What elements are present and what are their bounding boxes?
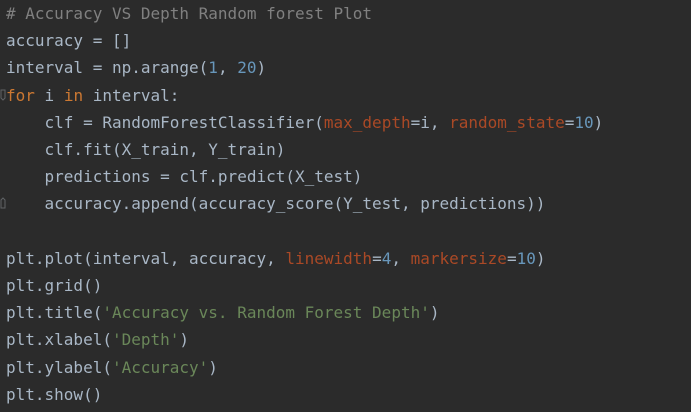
code-token-num: 10: [516, 248, 536, 268]
code-line[interactable]: plt.xlabel('Depth'): [6, 326, 189, 353]
code-token-num: 4: [381, 248, 392, 268]
code-token-plain: clf.fit(X_train, Y_train): [6, 140, 286, 159]
code-line[interactable]: plt.title('Accuracy vs. Random Forest De…: [6, 299, 439, 326]
code-line[interactable]: predictions = clf.predict(X_test): [6, 163, 363, 190]
code-token-param: markersize: [410, 248, 507, 268]
code-token-param: linewidth: [285, 248, 373, 268]
code-token-plain: plt.show(): [6, 384, 103, 404]
code-token-comment: # Accuracy VS Depth Random forest Plot: [6, 4, 373, 23]
code-token-plain: plt.ylabel(: [6, 357, 112, 377]
code-token-num: 1: [208, 58, 218, 78]
code-line[interactable]: accuracy.append(accuracy_score(Y_test, p…: [6, 190, 546, 217]
code-token-kw: in: [63, 85, 84, 105]
code-token-plain: plt.grid(): [6, 276, 103, 295]
code-token-str: 'Accuracy': [111, 357, 209, 377]
code-line[interactable]: plt.grid(): [6, 272, 102, 299]
code-token-plain: predictions = clf.predict(X_test): [6, 167, 363, 187]
code-line[interactable]: clf.fit(X_train, Y_train): [6, 136, 286, 163]
code-token-kw: for: [6, 85, 35, 105]
code-token-plain: ,: [391, 248, 411, 268]
code-line[interactable]: plt.plot(interval, accuracy, linewidth=4…: [6, 245, 545, 272]
code-token-plain: clf = RandomForestClassifier(: [6, 112, 324, 132]
code-token-plain: ): [179, 330, 190, 350]
code-token-plain: plt.xlabel(: [6, 330, 112, 350]
code-token-plain: ): [256, 58, 267, 78]
code-token-str: 'Accuracy vs. Random Forest Depth': [102, 303, 430, 323]
code-line[interactable]: # Accuracy VS Depth Random forest Plot: [6, 0, 372, 27]
code-token-plain: ): [593, 112, 604, 132]
code-token-plain: ): [208, 357, 218, 377]
code-token-plain: interval:: [83, 85, 180, 105]
code-token-plain: =: [564, 112, 575, 132]
fold-end-icon[interactable]: [0, 196, 6, 210]
code-line[interactable]: for i in interval:: [6, 82, 179, 109]
code-token-plain: plt.plot(interval, accuracy,: [6, 248, 286, 268]
code-token-plain: i: [34, 85, 64, 105]
code-token-plain: accuracy = []: [6, 31, 132, 51]
code-token-plain: interval = np.arange(: [6, 58, 209, 78]
code-token-plain: =i,: [410, 112, 450, 132]
code-token-num: 20: [237, 58, 257, 78]
code-line[interactable]: plt.show(): [6, 381, 102, 408]
code-token-param: max_depth: [323, 112, 411, 132]
code-line[interactable]: interval = np.arange(1, 20): [6, 54, 266, 81]
code-token-plain: ,: [217, 58, 238, 78]
code-line[interactable]: accuracy = []: [6, 27, 131, 54]
code-token-plain: ): [429, 303, 440, 323]
code-line[interactable]: clf = RandomForestClassifier(max_depth=i…: [6, 109, 604, 136]
fold-start-icon[interactable]: [0, 88, 6, 102]
code-token-plain: ): [535, 248, 546, 268]
code-token-plain: =: [372, 248, 382, 268]
code-token-param: random_state: [449, 112, 565, 132]
code-editor[interactable]: # Accuracy VS Depth Random forest Plot ac…: [0, 0, 691, 412]
code-token-num: 10: [574, 112, 594, 132]
code-token-plain: plt.title(: [6, 303, 103, 323]
code-token-str: 'Depth': [111, 330, 180, 350]
code-token-plain: =: [506, 248, 517, 268]
code-token-plain: accuracy.append(accuracy_score(Y_test, p…: [6, 194, 546, 214]
code-line[interactable]: plt.ylabel('Accuracy'): [6, 354, 218, 381]
